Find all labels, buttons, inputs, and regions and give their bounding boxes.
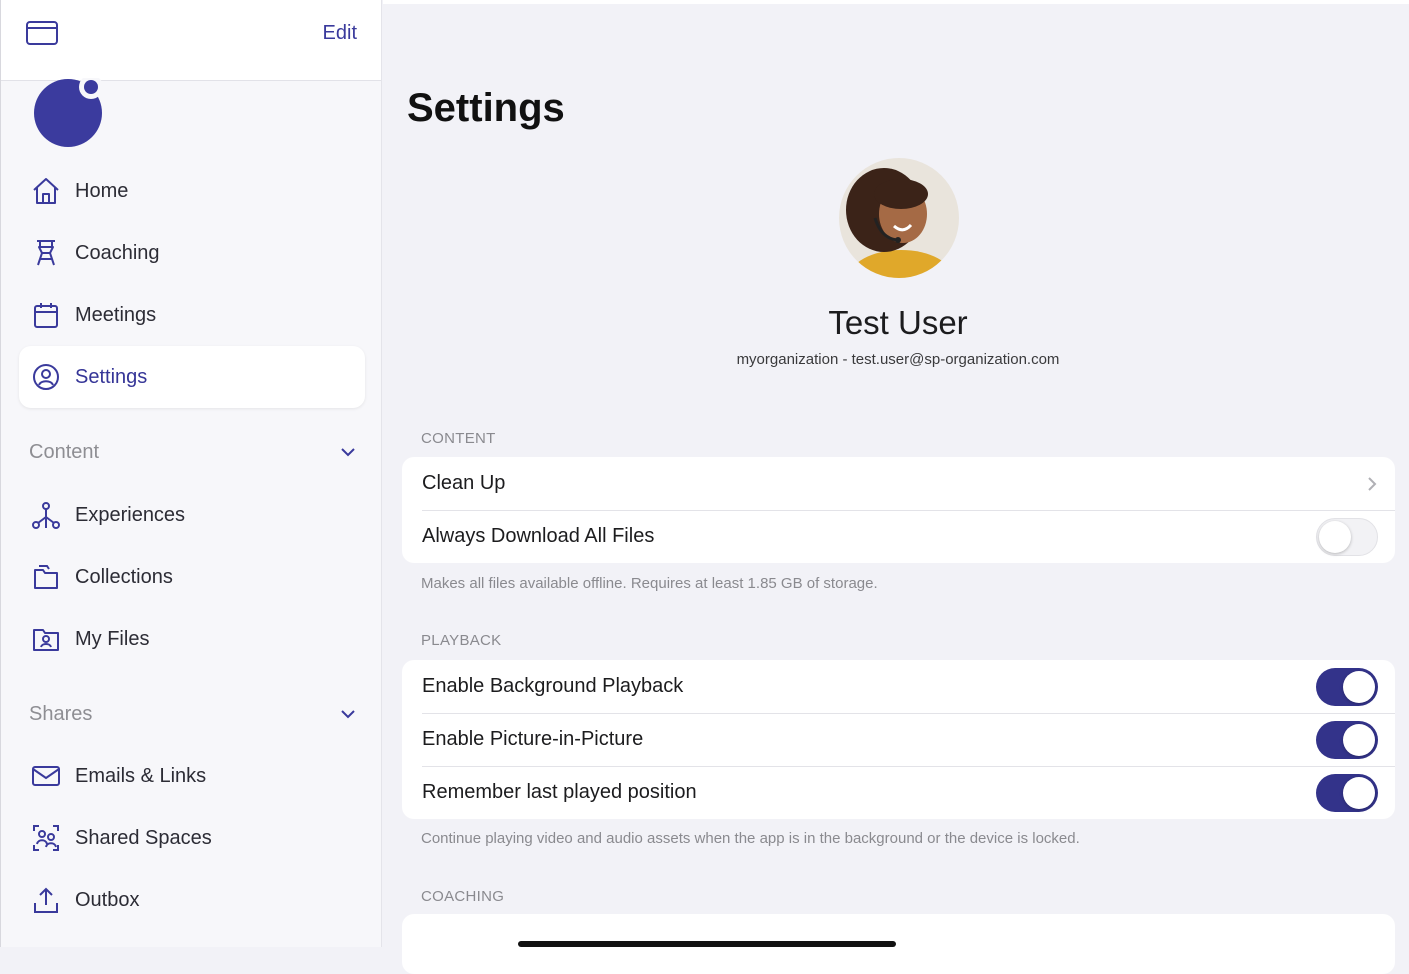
sidebar-toolbar: Edit: [1, 0, 381, 81]
section-header-playback: PLAYBACK: [421, 632, 502, 649]
settings-main: Settings Test User myorganization - test…: [383, 0, 1409, 974]
playback-footnote: Continue playing video and audio assets …: [421, 830, 1080, 847]
sidebar: Edit Home Coaching Meetings Settings Con…: [0, 0, 382, 947]
user-photo: [839, 158, 959, 278]
clean-up-label: Clean Up: [422, 472, 506, 494]
coaching-icon: [31, 238, 61, 268]
toggle-knob: [1343, 776, 1375, 809]
sidebar-item-home[interactable]: Home: [19, 160, 365, 222]
section-header-content: CONTENT: [421, 430, 496, 447]
sidebar-item-label: Home: [75, 179, 129, 202]
sidebar-toggle-icon[interactable]: [25, 19, 59, 47]
mail-icon: [31, 761, 61, 791]
section-header-coaching: COACHING: [421, 888, 505, 905]
outbox-icon: [31, 885, 61, 915]
user-email: myorganization - test.user@sp-organizati…: [736, 351, 1060, 368]
top-bar: [383, 0, 1409, 4]
sidebar-item-coaching[interactable]: Coaching: [19, 222, 365, 284]
remember-position-toggle[interactable]: [1316, 773, 1378, 812]
chevron-down-icon: [341, 710, 355, 719]
sidebar-item-emails-links[interactable]: Emails & Links: [19, 745, 365, 807]
sidebar-item-label: Meetings: [75, 303, 157, 326]
toggle-knob: [1319, 520, 1351, 553]
collections-icon: [31, 562, 61, 592]
shared-spaces-icon: [31, 823, 61, 853]
sidebar-item-collections[interactable]: Collections: [19, 546, 365, 608]
user-name: Test User: [828, 304, 968, 341]
background-playback-label: Enable Background Playback: [422, 675, 684, 697]
my-files-icon: [31, 624, 61, 654]
remember-position-label: Remember last played position: [422, 781, 697, 803]
user-circle-icon: [31, 362, 61, 392]
sidebar-item-label: Coaching: [75, 241, 160, 264]
section-shares-header[interactable]: Shares: [29, 699, 357, 729]
sidebar-item-settings[interactable]: Settings: [19, 346, 365, 408]
playback-settings-group: Enable Background Playback Enable Pictur…: [402, 660, 1395, 819]
sidebar-item-outbox[interactable]: Outbox: [19, 869, 365, 931]
always-download-label: Always Download All Files: [422, 525, 655, 547]
always-download-toggle[interactable]: [1316, 517, 1378, 556]
picture-in-picture-toggle[interactable]: [1316, 720, 1378, 759]
toggle-knob: [1343, 723, 1375, 756]
edit-button[interactable]: Edit: [323, 22, 357, 45]
chevron-right-icon: [1368, 476, 1377, 491]
sidebar-item-meetings[interactable]: Meetings: [19, 284, 365, 346]
home-icon: [31, 176, 61, 206]
sidebar-item-shared-spaces[interactable]: Shared Spaces: [19, 807, 365, 869]
section-label: Shares: [29, 702, 93, 725]
background-playback-toggle[interactable]: [1316, 667, 1378, 706]
sidebar-item-my-files[interactable]: My Files: [19, 608, 365, 670]
sidebar-item-label: Experiences: [75, 503, 186, 526]
home-indicator: [518, 941, 896, 947]
sidebar-item-label: Outbox: [75, 888, 140, 911]
sidebar-item-label: Settings: [75, 365, 148, 388]
sidebar-item-label: Collections: [75, 565, 173, 588]
clean-up-row[interactable]: Clean Up: [402, 457, 1395, 510]
calendar-icon: [31, 300, 61, 330]
picture-in-picture-label: Enable Picture-in-Picture: [422, 728, 644, 750]
section-label: Content: [29, 440, 100, 463]
page-title: Settings: [407, 86, 565, 130]
app-logo: [34, 78, 103, 147]
always-download-row: Always Download All Files: [402, 510, 1395, 563]
content-footnote: Makes all files available offline. Requi…: [421, 575, 878, 592]
toggle-knob: [1343, 670, 1375, 703]
remember-position-row: Remember last played position: [402, 766, 1395, 819]
background-playback-row: Enable Background Playback: [402, 660, 1395, 713]
experiences-icon: [31, 500, 61, 530]
sidebar-item-label: Shared Spaces: [75, 826, 212, 849]
sidebar-item-experiences[interactable]: Experiences: [19, 484, 365, 546]
sidebar-item-label: My Files: [75, 627, 150, 650]
picture-in-picture-row: Enable Picture-in-Picture: [402, 713, 1395, 766]
sidebar-item-label: Emails & Links: [75, 764, 207, 787]
content-settings-group: Clean Up Always Download All Files: [402, 457, 1395, 563]
avatar[interactable]: [839, 158, 959, 278]
chevron-down-icon: [341, 448, 355, 457]
section-content-header[interactable]: Content: [29, 437, 357, 467]
